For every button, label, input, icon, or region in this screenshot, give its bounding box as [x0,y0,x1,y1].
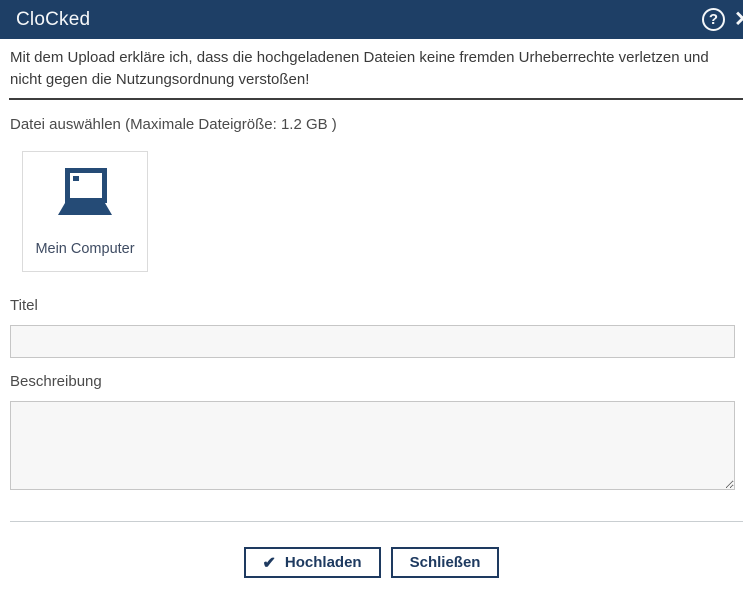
action-button-row: ✔ Hochladen Schließen [0,547,743,578]
description-label: Beschreibung [10,373,733,390]
header-icon-group: ? ✕ [702,0,743,39]
upload-button-label: Hochladen [285,554,362,571]
copyright-statement: Mit dem Upload erkläre ich, dass die hoc… [10,47,735,91]
checkmark-icon: ✔ [263,553,276,573]
dialog-header: CloCked ? ✕ [0,0,743,39]
source-tile-my-computer[interactable]: Mein Computer [22,151,148,272]
laptop-icon [53,166,117,225]
file-select-label: Datei auswählen (Maximale Dateigröße: 1.… [10,116,733,133]
statement-divider [9,98,743,100]
close-button[interactable]: Schließen [391,547,500,578]
help-icon[interactable]: ? [702,8,725,31]
title-label: Titel [10,297,733,314]
source-tile-label: Mein Computer [35,241,134,257]
close-button-label: Schließen [410,554,481,571]
close-icon[interactable]: ✕ [734,0,743,39]
upload-button[interactable]: ✔ Hochladen [244,547,381,578]
page-title: CloCked [16,9,90,31]
description-textarea[interactable] [10,401,735,490]
title-input[interactable] [10,325,735,358]
actions-divider [10,521,743,522]
